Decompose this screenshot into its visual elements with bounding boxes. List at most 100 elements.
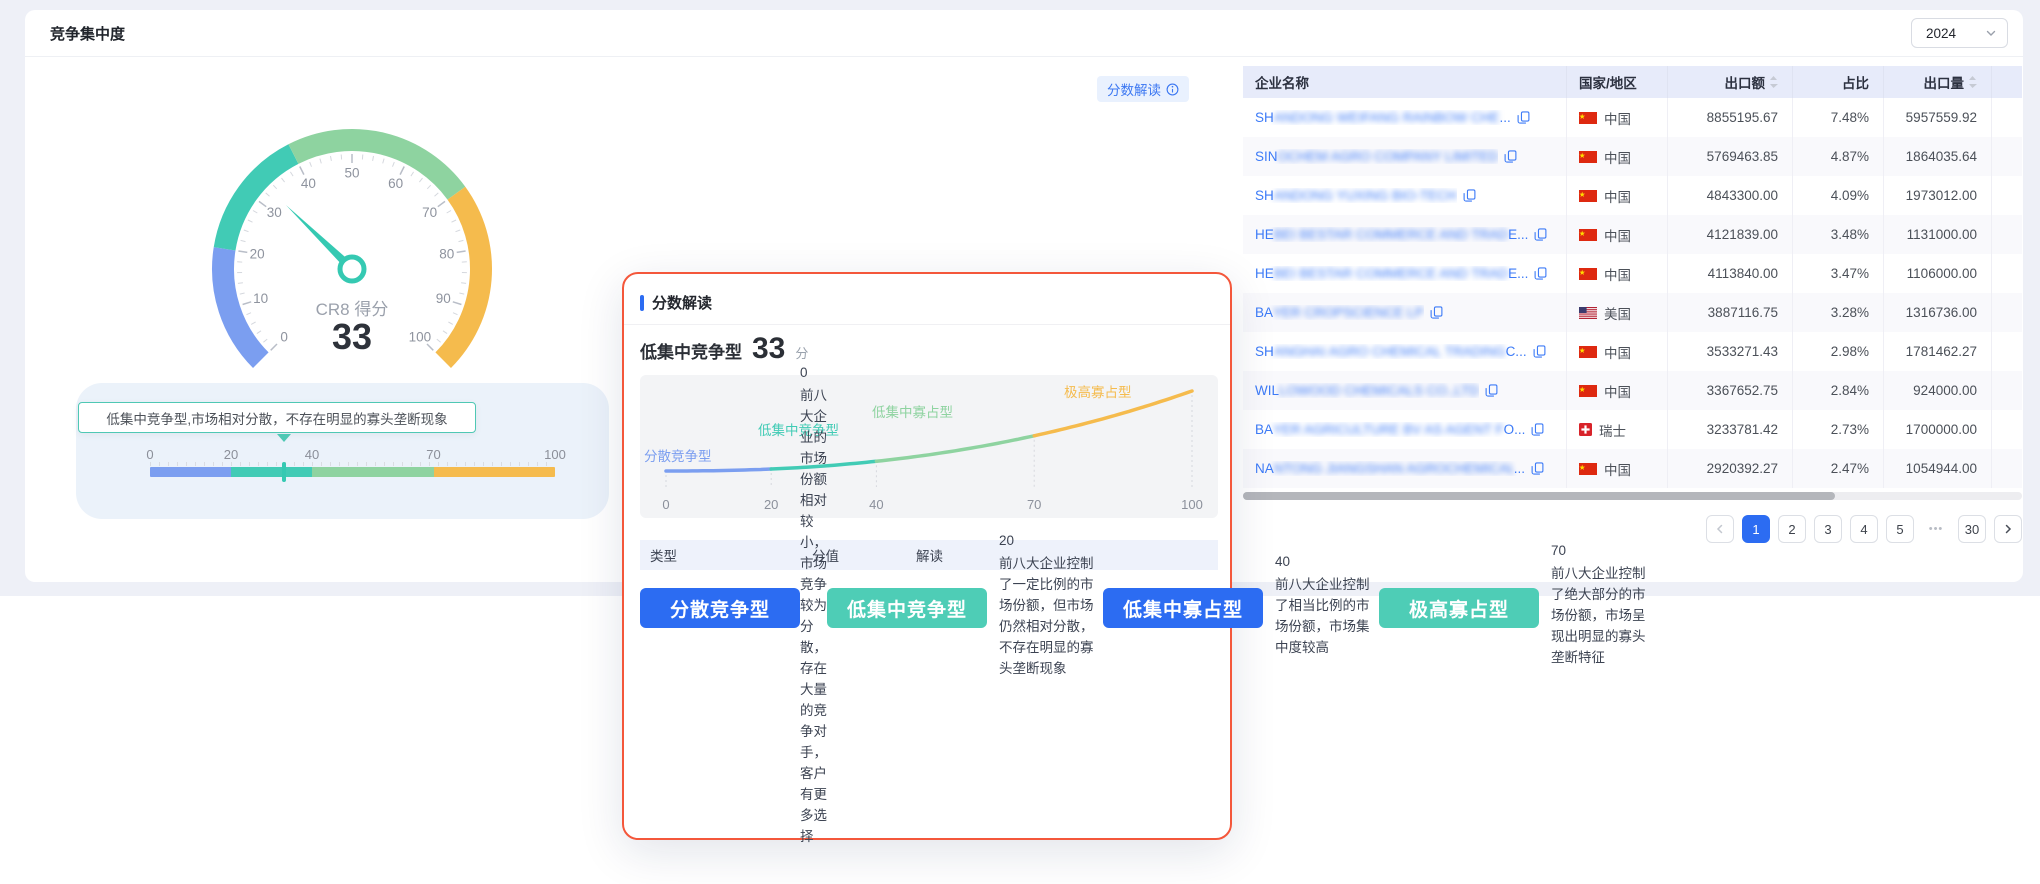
company-name-link[interactable]: SHANDONG YUXING BIO-TECH xyxy=(1255,188,1457,203)
company-name-cell: HEBEI BESTAR COMMERCE AND TRADE... xyxy=(1243,254,1567,293)
horizontal-scrollbar[interactable] xyxy=(1243,492,2022,500)
copy-icon[interactable] xyxy=(1531,423,1544,436)
share-cell: 2.47% xyxy=(1793,449,1884,488)
gauge-tick-label: 60 xyxy=(388,176,403,191)
score-interpret-link[interactable]: 分数解读 xyxy=(1097,76,1189,102)
type-description: 前八大企业控制了绝大部分的市场份额，市场呈现出明显的寡头垄断特征 xyxy=(1551,558,1655,673)
extra-cell xyxy=(1992,332,2022,371)
gauge-tick-label: 90 xyxy=(436,291,451,306)
country-cell: 中国 xyxy=(1567,215,1668,254)
page-button-4[interactable]: 4 xyxy=(1850,515,1878,543)
curve-segment xyxy=(876,436,1034,462)
export-qty-cell: 924000.00 xyxy=(1884,371,1992,410)
company-name-link[interactable]: SINOCHEM AGRO COMPANY LIMITED xyxy=(1255,149,1498,164)
popup-divider xyxy=(624,324,1230,325)
redacted-name: YER AGRICULTURE BV AS AGENT F xyxy=(1273,422,1504,437)
scrollbar-thumb[interactable] xyxy=(1243,492,1835,500)
page-button-1[interactable]: 1 xyxy=(1742,515,1770,543)
copy-icon[interactable] xyxy=(1534,228,1547,241)
company-name-link[interactable]: HEBEI BESTAR COMMERCE AND TRADE... xyxy=(1255,227,1528,242)
country-cell: 中国 xyxy=(1567,137,1668,176)
copy-icon[interactable] xyxy=(1517,111,1530,124)
year-dropdown[interactable]: 2024 xyxy=(1911,18,2008,48)
score-interpretation-popup: 分数解读 低集中竞争型 33 分 0204070100分散竞争型低集中竞争型低集… xyxy=(622,272,1232,840)
extra-cell xyxy=(1992,215,2022,254)
redacted-name: BEI BESTAR COMMERCE AND TRAD xyxy=(1274,227,1508,242)
export-qty-cell: 1781462.27 xyxy=(1884,332,1992,371)
share-cell: 7.48% xyxy=(1793,98,1884,137)
next-page-button[interactable] xyxy=(1994,515,2022,543)
export-qty-cell: 5957559.92 xyxy=(1884,98,1992,137)
copy-icon[interactable] xyxy=(1485,384,1498,397)
type-description: 前八大企业控制了一定比例的市场份额，但市场仍然相对分散，不存在明显的寡头垄断现象 xyxy=(999,548,1103,684)
company-name-link[interactable]: SHANGHAI AGRO CHEMICAL TRADINGC... xyxy=(1255,344,1527,359)
page-button-3[interactable]: 3 xyxy=(1814,515,1842,543)
type-badge: 低集中寡占型 xyxy=(1103,588,1263,628)
page-button-30[interactable]: 30 xyxy=(1958,515,1986,543)
company-name-link[interactable]: HEBEI BESTAR COMMERCE AND TRADE... xyxy=(1255,266,1528,281)
company-name-link[interactable]: NANTONG JIANGSHAN AGROCHEMICAL ... xyxy=(1255,461,1525,476)
popup-score-line: 低集中竞争型 33 分 xyxy=(640,332,808,366)
chevron-left-icon xyxy=(1715,524,1725,534)
table-row: WILLOWOOD CHEMICALS CO.,LTD中国3367652.752… xyxy=(1243,371,2022,410)
country-cell: 中国 xyxy=(1567,254,1668,293)
curve-tick-label: 100 xyxy=(1181,497,1203,512)
table-row: BAYER AGRICULTURE BV AS AGENT FO... 瑞士323… xyxy=(1243,410,2022,449)
company-name-link[interactable]: BAYER AGRICULTURE BV AS AGENT FO... xyxy=(1255,422,1525,437)
share-cell: 2.84% xyxy=(1793,371,1884,410)
curve-segment-label: 分散竞争型 xyxy=(644,448,712,464)
score-range: 40前八大企业控制了相当比例的市场份额，市场集中度较高 xyxy=(1275,554,1379,663)
company-name-cell: SHANDONG YUXING BIO-TECH xyxy=(1243,176,1567,215)
gauge-tick-label: 20 xyxy=(250,247,265,262)
type-description: 前八大企业的市场份额相对较小，市场竞争较为分散，存在大量的竞争对手，客户有更多选… xyxy=(800,380,827,852)
scale-tick-label: 40 xyxy=(305,447,319,462)
copy-icon[interactable] xyxy=(1534,267,1547,280)
gauge-segment xyxy=(443,193,481,360)
company-name-link[interactable]: BAYER CROPSCIENCE LP xyxy=(1255,305,1424,320)
score-marker xyxy=(282,462,286,482)
popup-table-row: 低集中竞争型20前八大企业控制了一定比例的市场份额，但市场仍然相对分散，不存在明… xyxy=(827,570,1655,646)
copy-icon[interactable] xyxy=(1463,189,1476,202)
export-value-cell: 8855195.67 xyxy=(1668,98,1793,137)
gauge-tick-label: 40 xyxy=(301,176,316,191)
company-name-link[interactable]: WILLOWOOD CHEMICALS CO.,LTD xyxy=(1255,383,1479,398)
page-button-5[interactable]: 5 xyxy=(1886,515,1914,543)
pagination-ellipsis[interactable]: ••• xyxy=(1922,515,1950,543)
info-circle-icon xyxy=(1166,83,1179,96)
company-name-link[interactable]: SHANDONG WEIFANG RAINBOW CHE... xyxy=(1255,110,1511,125)
company-name-cell: HEBEI BESTAR COMMERCE AND TRADE... xyxy=(1243,215,1567,254)
sort-icon[interactable] xyxy=(1968,75,1977,89)
export-value-cell: 3533271.43 xyxy=(1668,332,1793,371)
export-value-cell: 3233781.42 xyxy=(1668,410,1793,449)
gauge-hub xyxy=(340,257,364,281)
type-badge: 分散竞争型 xyxy=(640,588,800,628)
redacted-name: NTONG JIANGSHAN AGROCHEMICAL xyxy=(1274,461,1514,476)
curve-segment-label: 低集中寡占型 xyxy=(872,404,953,420)
copy-icon[interactable] xyxy=(1430,306,1443,319)
score-range: 0前八大企业的市场份额相对较小，市场竞争较为分散，存在大量的竞争对手，客户有更多… xyxy=(800,365,827,852)
column-header-2[interactable]: 出口额 xyxy=(1668,66,1793,98)
prev-page-button[interactable] xyxy=(1706,515,1734,543)
popup-table-header: 类型分值解读 xyxy=(640,540,1218,570)
copy-icon[interactable] xyxy=(1533,345,1546,358)
flag-china-icon xyxy=(1579,190,1597,202)
flag-china-icon xyxy=(1579,385,1597,397)
sort-icon[interactable] xyxy=(1769,75,1778,89)
table-row: BAYER CROPSCIENCE LP美国3887116.753.28%131… xyxy=(1243,293,2022,332)
table-row: HEBEI BESTAR COMMERCE AND TRADE...中国4121… xyxy=(1243,215,2022,254)
export-qty-cell: 1973012.00 xyxy=(1884,176,1992,215)
type-badge: 低集中竞争型 xyxy=(827,588,987,628)
share-cell: 2.73% xyxy=(1793,410,1884,449)
score-scale-bar xyxy=(150,467,555,477)
copy-icon[interactable] xyxy=(1531,462,1544,475)
redacted-name: YER CROPSCIENCE LP xyxy=(1273,305,1424,320)
score-type-label: 低集中竞争型 xyxy=(640,338,742,363)
score-range: 70前八大企业控制了绝大部分的市场份额，市场呈现出明显的寡头垄断特征 xyxy=(1551,543,1655,673)
gauge-tick-label: 50 xyxy=(344,166,359,181)
column-header-4[interactable]: 出口量 xyxy=(1884,66,1992,98)
country-cell: 瑞士 xyxy=(1567,410,1668,449)
copy-icon[interactable] xyxy=(1504,150,1517,163)
share-cell: 3.48% xyxy=(1793,215,1884,254)
page-button-2[interactable]: 2 xyxy=(1778,515,1806,543)
company-name-cell: NANTONG JIANGSHAN AGROCHEMICAL ... xyxy=(1243,449,1567,488)
